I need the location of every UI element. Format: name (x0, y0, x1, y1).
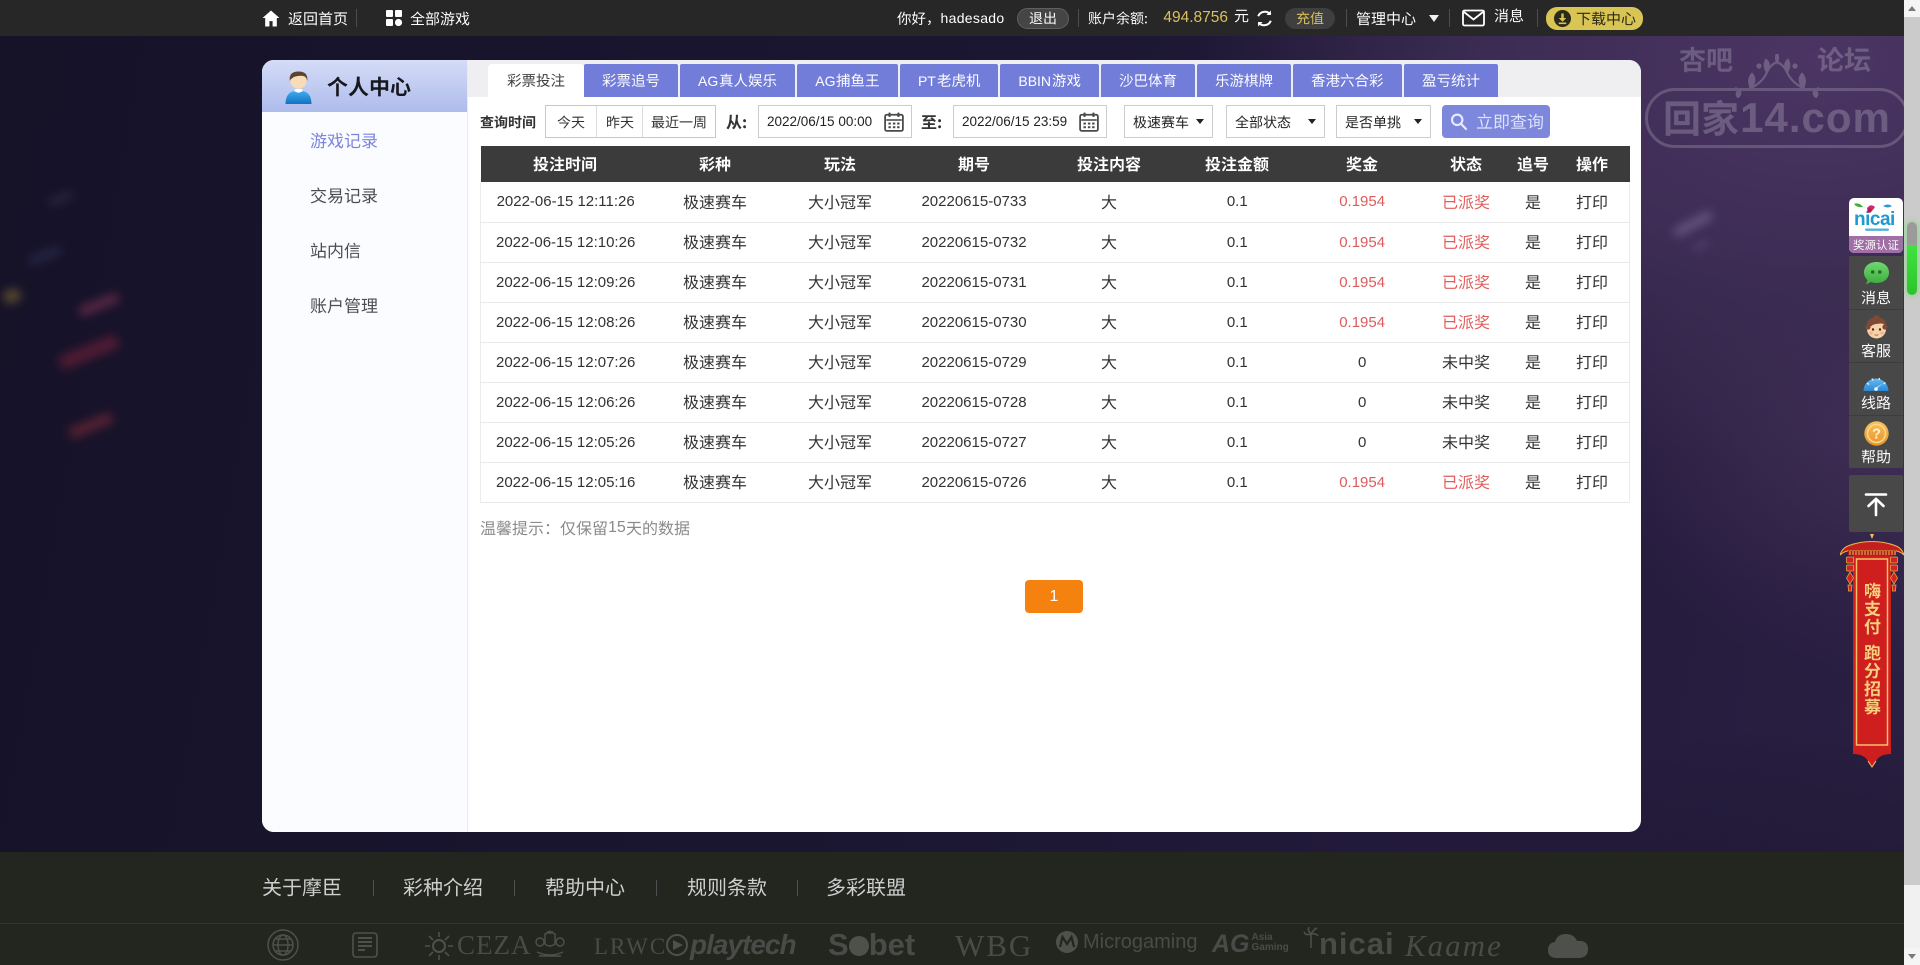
svg-text:?: ? (1872, 427, 1881, 443)
svg-text:nicai: nicai (1854, 209, 1895, 230)
